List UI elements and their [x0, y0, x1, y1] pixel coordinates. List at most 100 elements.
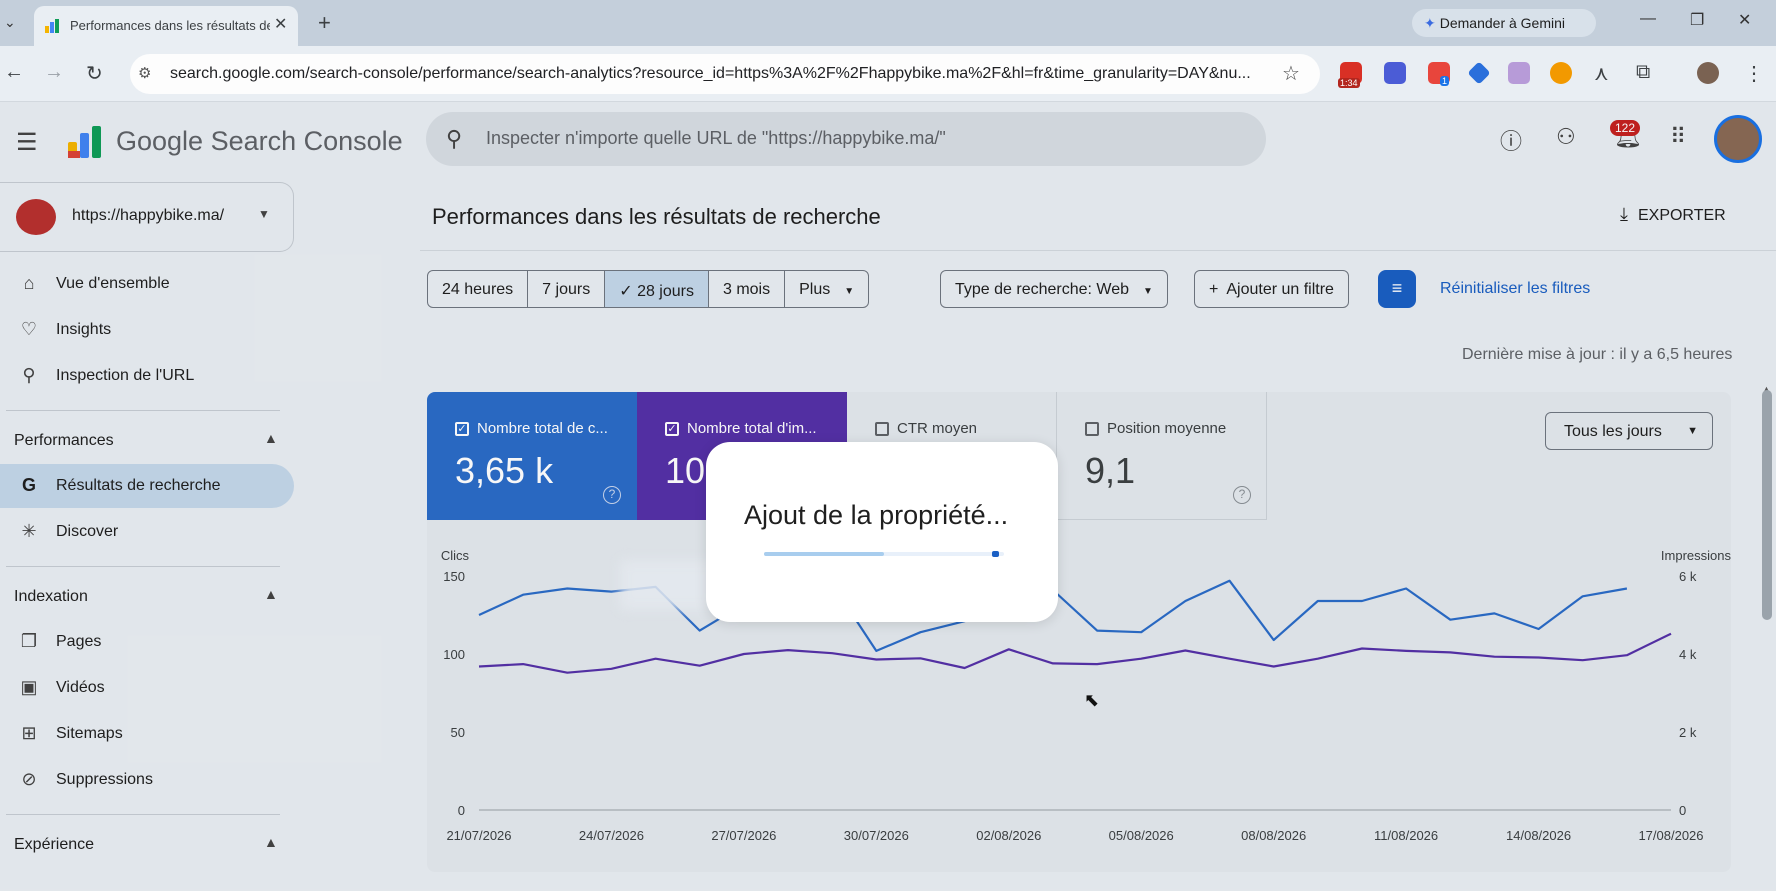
sidebar-item-label: Vue d'ensemble [56, 275, 170, 292]
reset-filters-link[interactable]: Réinitialiser les filtres [1440, 280, 1590, 298]
metric-clicks[interactable]: ✓ Nombre total de c... 3,65 k ? [427, 392, 637, 520]
date-range-3m[interactable]: 3 mois [709, 271, 786, 307]
account-avatar[interactable] [1714, 115, 1762, 163]
sidebar-item-label: Vidéos [56, 679, 105, 696]
new-tab-icon[interactable]: + [318, 10, 331, 36]
minimize-window-icon[interactable]: — [1640, 10, 1656, 28]
address-bar-row: ← → ↻ ⚙ search.google.com/search-console… [0, 46, 1776, 102]
hamburger-menu-icon[interactable]: ☰ [16, 128, 38, 157]
sidebar-item-sitemaps[interactable]: ⊞ Sitemaps [0, 712, 294, 756]
date-range-7d[interactable]: 7 jours [528, 271, 606, 307]
reload-icon[interactable]: ↻ [86, 61, 103, 86]
x-tick-label: 24/07/2026 [579, 828, 644, 843]
restore-window-icon[interactable]: ❐ [1690, 10, 1704, 30]
asterisk-icon: ✳ [21, 521, 37, 541]
product-name: Google Search Console [116, 126, 403, 156]
date-range-more[interactable]: Plus ▼ [785, 271, 868, 307]
metric-label: Nombre total d'im... [687, 420, 817, 437]
page-scrollbar[interactable] [1762, 390, 1772, 620]
sidebar-item-label: Inspection de l'URL [56, 367, 195, 384]
bookmark-star-icon[interactable]: ☆ [1282, 61, 1300, 86]
extension-person-icon[interactable]: ⋏ [1594, 61, 1609, 86]
mouse-cursor-icon: ⬉ [1084, 690, 1100, 710]
date-range-28d-label: 28 jours [637, 283, 694, 300]
granularity-select[interactable]: Tous les jours ▼ [1545, 412, 1713, 450]
search-type-chip[interactable]: Type de recherche: Web ▼ [940, 270, 1168, 308]
x-tick-label: 02/08/2026 [976, 828, 1041, 843]
metric-label: Nombre total de c... [477, 420, 608, 437]
pages-icon: ❐ [20, 631, 38, 651]
x-tick-label: 05/08/2026 [1109, 828, 1174, 843]
back-arrow-icon[interactable]: ← [4, 61, 24, 84]
manage-users-icon[interactable]: ⚇ [1556, 124, 1576, 150]
add-filter-label: Ajouter un filtre [1226, 281, 1334, 298]
y-tick-label-right: 6 k [1679, 569, 1697, 584]
help-icon[interactable]: ? [603, 486, 621, 504]
tab-title: Performances dans les résultats de reche… [70, 18, 270, 33]
extension-d-icon[interactable] [1384, 62, 1406, 84]
sidebar-item-removals[interactable]: ⊘ Suppressions [0, 758, 294, 802]
lightbulb-icon: ♡ [20, 319, 38, 339]
help-icon[interactable]: ⓘ [1500, 124, 1522, 156]
section-performance[interactable]: Performances ▲ [0, 420, 294, 460]
site-info-icon[interactable]: ⚙ [138, 64, 151, 82]
close-window-icon[interactable]: ✕ [1738, 10, 1751, 30]
url-text[interactable]: search.google.com/search-console/perform… [170, 65, 1280, 83]
sidebar-item-videos[interactable]: ▣ Vidéos [0, 666, 294, 710]
search-console-logo-icon [68, 126, 101, 158]
export-label: EXPORTER [1637, 207, 1726, 224]
extensions-puzzle-icon[interactable]: ⧉ [1636, 61, 1650, 84]
y-axis-title-left: Clics [441, 548, 470, 563]
video-icon: ▣ [20, 677, 38, 697]
sidebar-divider [6, 566, 280, 567]
export-button[interactable]: ⤓ EXPORTER [1620, 204, 1726, 225]
extension-orange-icon[interactable] [1550, 62, 1572, 84]
help-icon[interactable]: ? [1233, 486, 1251, 504]
extension-tag-icon[interactable] [1467, 61, 1491, 85]
search-type-label: Type de recherche: Web [955, 281, 1130, 298]
extension-shield-icon[interactable] [1508, 62, 1530, 84]
gemini-sparkle-icon: ✦ [1424, 15, 1436, 31]
sidebar-item-insights[interactable]: ♡ Insights [0, 308, 294, 352]
section-indexing[interactable]: Indexation ▲ [0, 576, 294, 616]
sidebar-item-overview[interactable]: ⌂ Vue d'ensemble [0, 262, 294, 306]
sidebar-item-search-results[interactable]: G Résultats de recherche [0, 464, 294, 508]
forward-arrow-icon[interactable]: → [44, 61, 64, 84]
browser-tab[interactable]: Performances dans les résultats de reche… [34, 6, 298, 46]
sidebar-item-label: Résultats de recherche [56, 477, 221, 494]
y-axis-title-right: Impressions [1661, 548, 1731, 563]
sidebar-item-url-inspection[interactable]: ⚲ Inspection de l'URL [0, 354, 294, 398]
section-title: Performances [14, 432, 114, 449]
sidebar-item-pages[interactable]: ❐ Pages [0, 620, 294, 664]
metric-position[interactable]: Position moyenne 9,1 ? [1057, 392, 1267, 520]
sidebar-item-discover[interactable]: ✳ Discover [0, 510, 294, 554]
y-tick-label-right: 4 k [1679, 647, 1697, 662]
add-filter-button[interactable]: + Ajouter un filtre [1194, 270, 1349, 308]
browser-profile-icon[interactable] [1697, 62, 1719, 84]
metric-value: 3,65 k [455, 450, 554, 491]
tab-close-icon[interactable]: ✕ [274, 14, 287, 34]
sidebar: https://happybike.ma/ ▼ ⌂ Vue d'ensemble… [0, 178, 300, 891]
tab-search-chevron-icon[interactable]: ⌄ [4, 14, 16, 31]
x-tick-label: 27/07/2026 [711, 828, 776, 843]
section-experience[interactable]: Expérience ▲ [0, 824, 294, 864]
date-range-28d[interactable]: ✓ 28 jours [605, 271, 709, 307]
property-selector[interactable]: https://happybike.ma/ ▼ [0, 182, 294, 252]
url-inspection-input[interactable] [486, 128, 1246, 149]
filter-settings-icon[interactable]: ≡ [1378, 270, 1416, 308]
apps-grid-icon[interactable]: ⠿ [1670, 124, 1686, 150]
chevron-up-icon: ▲ [264, 430, 278, 446]
x-tick-label: 08/08/2026 [1241, 828, 1306, 843]
y-tick-label-left: 0 [458, 803, 465, 818]
browser-tab-bar: ⌄ Performances dans les résultats de rec… [0, 0, 1776, 46]
chevron-down-icon: ▼ [258, 207, 270, 221]
ask-gemini-button[interactable]: ✦ Demander à Gemini [1412, 9, 1596, 37]
omnibox[interactable]: ⚙ search.google.com/search-console/perfo… [130, 54, 1320, 94]
metric-label: CTR moyen [897, 420, 978, 437]
browser-menu-icon[interactable]: ⋮ [1744, 61, 1764, 86]
url-inspection-search[interactable]: ⚲ [426, 112, 1266, 166]
page-title: Performances dans les résultats de reche… [432, 204, 881, 229]
y-tick-label-left: 150 [443, 569, 465, 584]
caret-down-icon: ▼ [1143, 286, 1153, 297]
date-range-24h[interactable]: 24 heures [428, 271, 529, 307]
